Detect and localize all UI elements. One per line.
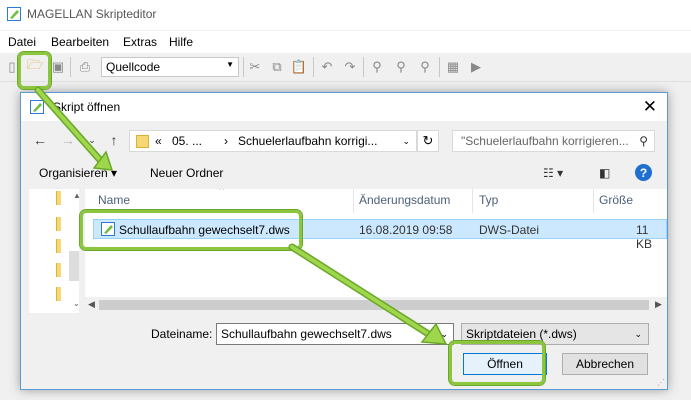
chevron-down-icon: ⌄ [634, 329, 642, 339]
file-size: 11 KB [636, 223, 653, 251]
close-icon[interactable]: ✕ [643, 97, 657, 117]
breadcrumb-item[interactable]: 05. ... [172, 134, 202, 148]
replace-icon[interactable]: ⚲ [415, 57, 435, 77]
filter-value: Skriptdateien (*.dws) [466, 327, 577, 341]
help-icon[interactable]: ? [635, 164, 652, 181]
folder-icon[interactable] [56, 239, 61, 253]
search-input[interactable]: "Schuelerlaufbahn korrigieren... ⚲ [452, 130, 655, 152]
scroll-down-icon[interactable]: ⌄ [73, 299, 80, 308]
back-arrow-icon[interactable]: ← [31, 131, 49, 149]
cut-icon[interactable]: ✂ [245, 57, 265, 77]
resize-grip-icon[interactable]: ⋰ [657, 378, 665, 387]
folder-icon[interactable] [56, 287, 61, 301]
print-icon[interactable]: ⎙ [75, 57, 95, 77]
view-options-icon[interactable]: ☷ ▾ [543, 166, 563, 180]
cancel-button[interactable]: Abbrechen [562, 353, 648, 375]
preview-pane-icon[interactable]: ◧ [599, 166, 610, 180]
column-header-size[interactable]: Größe [599, 193, 633, 207]
navigation-row: ← → ⌄ ↑ « 05. ... › Schuelerlaufbahn kor… [21, 123, 667, 159]
view-combo-value: Quellcode [106, 60, 161, 74]
run-icon[interactable]: ▶ [466, 57, 486, 77]
organize-button[interactable]: Organisieren ▾ [39, 166, 117, 180]
scroll-right-icon[interactable]: ▶ [655, 299, 662, 310]
column-header-type[interactable]: Typ [479, 193, 498, 207]
folder-icon[interactable] [56, 217, 61, 231]
save-icon[interactable]: ▣ [48, 57, 68, 77]
filename-value: Schullaufbahn gewechselt7.dws [221, 327, 392, 341]
up-arrow-icon[interactable]: ↑ [105, 131, 123, 149]
undo-icon[interactable]: ↶ [317, 57, 337, 77]
folder-icon [136, 135, 149, 148]
menu-hilfe[interactable]: Hilfe [169, 35, 193, 49]
filename-field[interactable]: Schullaufbahn gewechselt7.dws ⌄ [216, 323, 454, 345]
script-icon [30, 100, 44, 114]
recent-dropdown-icon[interactable]: ⌄ [83, 131, 101, 149]
chevron-down-icon[interactable]: ⌄ [440, 329, 448, 340]
compile-icon[interactable]: ▦ [443, 57, 463, 77]
scrollbar-thumb[interactable] [99, 300, 649, 310]
chevron-down-icon[interactable]: ⌄ [402, 136, 410, 147]
address-bar[interactable]: « 05. ... › Schuelerlaufbahn korrigi... … [129, 130, 417, 152]
filename-label: Dateiname: [151, 327, 213, 341]
search-icon: ⚲ [639, 134, 648, 148]
highlight-open-button [18, 52, 51, 89]
find-icon[interactable]: ⚲ [367, 57, 387, 77]
toolbar: ▯ 🗁 ▣ ⎙ Quellcode ▼ ✂ ⧉ 📋 ↶ ↷ ⚲ ⚲ ⚲ ▦ ▶ [0, 53, 691, 82]
find-next-icon[interactable]: ⚲ [391, 57, 411, 77]
dialog-title: Skript öffnen [53, 100, 121, 114]
folder-icon[interactable] [56, 263, 61, 277]
folder-icon[interactable] [56, 191, 61, 205]
column-header-name[interactable]: Name [98, 193, 130, 207]
scrollbar-thumb[interactable] [69, 251, 79, 281]
app-titlebar: MAGELLAN Skripteditor [0, 0, 691, 30]
file-date: 16.08.2019 09:58 [359, 223, 453, 237]
command-bar: Organisieren ▾ Neuer Ordner ☷ ▾ ◧ ? [21, 161, 667, 187]
navigation-pane[interactable]: ▲ ⌄ [29, 189, 81, 313]
scroll-left-icon[interactable]: ◀ [88, 299, 95, 310]
sort-ascending-icon: ^ [219, 189, 224, 196]
menu-extras[interactable]: Extras [123, 35, 157, 49]
view-combo[interactable]: Quellcode ▼ [101, 57, 239, 77]
menu-bearbeiten[interactable]: Bearbeiten [51, 35, 109, 49]
menubar: Datei Bearbeiten Extras Hilfe [0, 31, 691, 53]
breadcrumb-item[interactable]: Schuelerlaufbahn korrigi... [238, 134, 377, 148]
menu-datei[interactable]: Datei [8, 35, 36, 49]
paste-icon[interactable]: 📋 [289, 57, 309, 77]
file-list: ^ Name Änderungsdatum Typ Größe Schullau… [85, 189, 667, 313]
breadcrumb-overflow[interactable]: « [155, 134, 162, 148]
app-icon [7, 7, 21, 21]
dialog-titlebar: Skript öffnen ✕ [21, 93, 667, 121]
app-title: MAGELLAN Skripteditor [27, 7, 157, 21]
highlight-open-dialog-button [449, 341, 545, 385]
copy-icon[interactable]: ⧉ [267, 57, 287, 77]
column-header-date[interactable]: Änderungsdatum [359, 193, 450, 207]
redo-icon[interactable]: ↷ [340, 57, 360, 77]
horizontal-scrollbar[interactable]: ◀ ▶ [85, 297, 667, 313]
new-folder-button[interactable]: Neuer Ordner [150, 166, 223, 180]
refresh-icon[interactable]: ↻ [417, 130, 439, 152]
chevron-down-icon: ▼ [226, 60, 234, 69]
file-type: DWS-Datei [479, 223, 540, 237]
scroll-up-icon[interactable]: ▲ [73, 191, 81, 200]
forward-arrow-icon[interactable]: → [59, 131, 77, 149]
search-placeholder: "Schuelerlaufbahn korrigieren... [461, 134, 629, 148]
breadcrumb-separator: › [224, 134, 228, 148]
highlight-selected-file [80, 210, 302, 250]
